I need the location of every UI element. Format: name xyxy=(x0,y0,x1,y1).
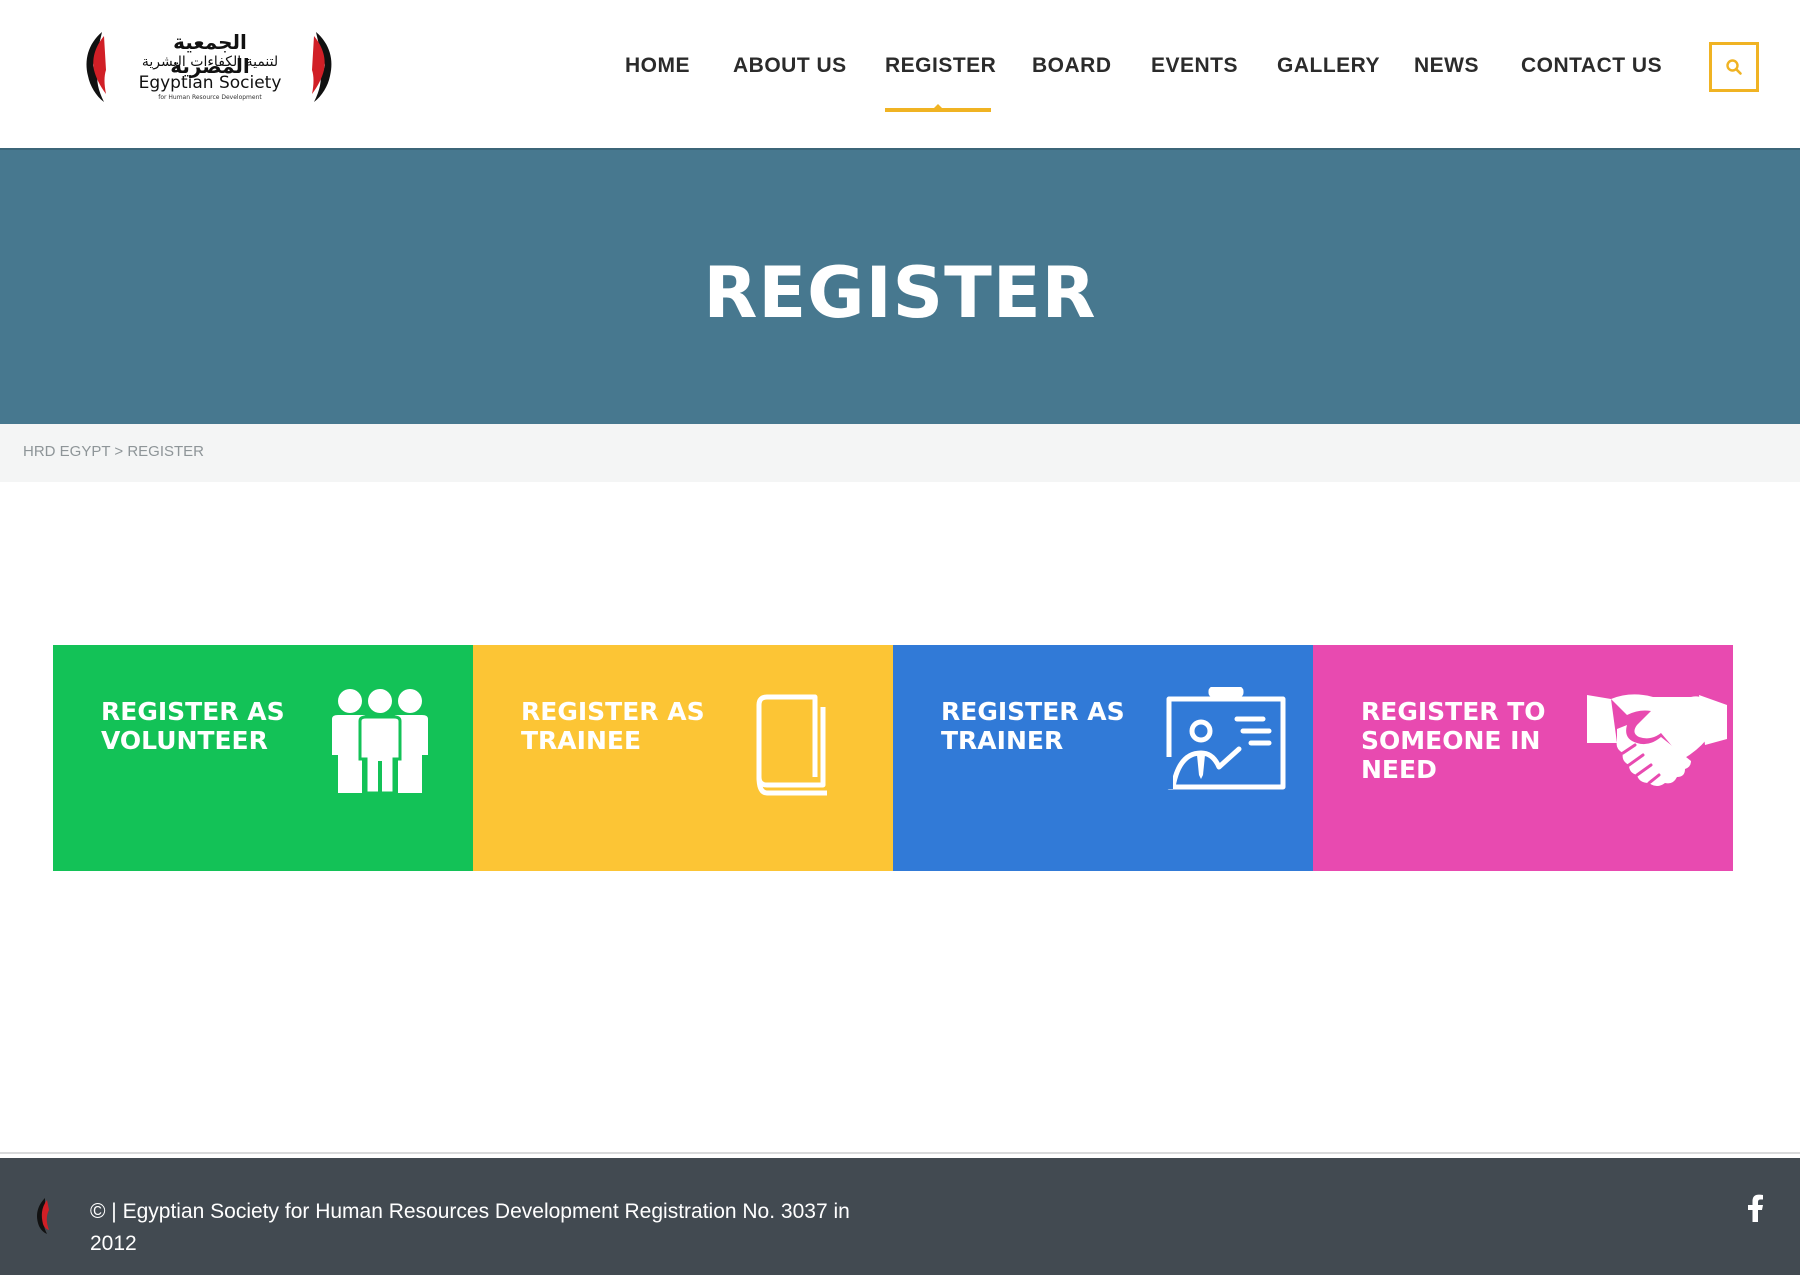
site-header: الجمعية المصرية لتنمية الكفاءات البشرية … xyxy=(0,0,1800,148)
search-icon xyxy=(1726,59,1742,75)
handshake-icon xyxy=(1587,694,1727,786)
people-icon xyxy=(332,689,428,795)
active-nav-indicator xyxy=(885,108,991,112)
nav-register[interactable]: REGISTER xyxy=(885,52,996,80)
breadcrumb: HRD EGYPT > REGISTER xyxy=(0,424,1800,482)
register-someone-in-need-card[interactable]: REGISTER TO SOMEONE IN NEED xyxy=(1313,645,1733,871)
nav-home[interactable]: HOME xyxy=(625,52,690,80)
presentation-board-icon xyxy=(1165,687,1286,790)
logo-english-subtitle: for Human Resource Development xyxy=(158,94,262,101)
book-icon xyxy=(756,694,827,796)
register-volunteer-label: REGISTER AS VOLUNTEER xyxy=(101,697,285,755)
footer-divider xyxy=(0,1152,1800,1154)
nav-events[interactable]: EVENTS xyxy=(1151,52,1238,80)
nav-contact-us[interactable]: CONTACT US xyxy=(1521,52,1662,80)
nav-news[interactable]: NEWS xyxy=(1414,52,1479,80)
footer-logo-icon xyxy=(37,1198,49,1234)
active-nav-indicator-notch xyxy=(934,104,942,108)
register-trainee-card[interactable]: REGISTER AS TRAINEE xyxy=(473,645,893,871)
search-button[interactable] xyxy=(1709,42,1759,92)
registration-options: REGISTER AS VOLUNTEER REGISTER AS TRAINE… xyxy=(53,645,1733,871)
register-trainee-label: REGISTER AS TRAINEE xyxy=(521,697,705,755)
nav-board[interactable]: BOARD xyxy=(1032,52,1112,80)
page-title: REGISTER xyxy=(703,252,1097,334)
register-someone-in-need-label: REGISTER TO SOMEONE IN NEED xyxy=(1361,697,1546,784)
nav-about-us[interactable]: ABOUT US xyxy=(733,52,847,80)
main-navigation: HOME ABOUT US REGISTER BOARD EVENTS GALL… xyxy=(0,52,1800,92)
site-footer: © | Egyptian Society for Human Resources… xyxy=(0,1158,1800,1275)
facebook-icon[interactable] xyxy=(1746,1194,1764,1222)
nav-gallery[interactable]: GALLERY xyxy=(1277,52,1380,80)
breadcrumb-text[interactable]: HRD EGYPT > REGISTER xyxy=(23,443,204,460)
register-volunteer-card[interactable]: REGISTER AS VOLUNTEER xyxy=(53,645,473,871)
register-trainer-card[interactable]: REGISTER AS TRAINER xyxy=(893,645,1313,871)
page-hero-banner: REGISTER xyxy=(0,148,1800,424)
footer-copyright: © | Egyptian Society for Human Resources… xyxy=(90,1200,850,1255)
register-trainer-label: REGISTER AS TRAINER xyxy=(941,697,1125,755)
